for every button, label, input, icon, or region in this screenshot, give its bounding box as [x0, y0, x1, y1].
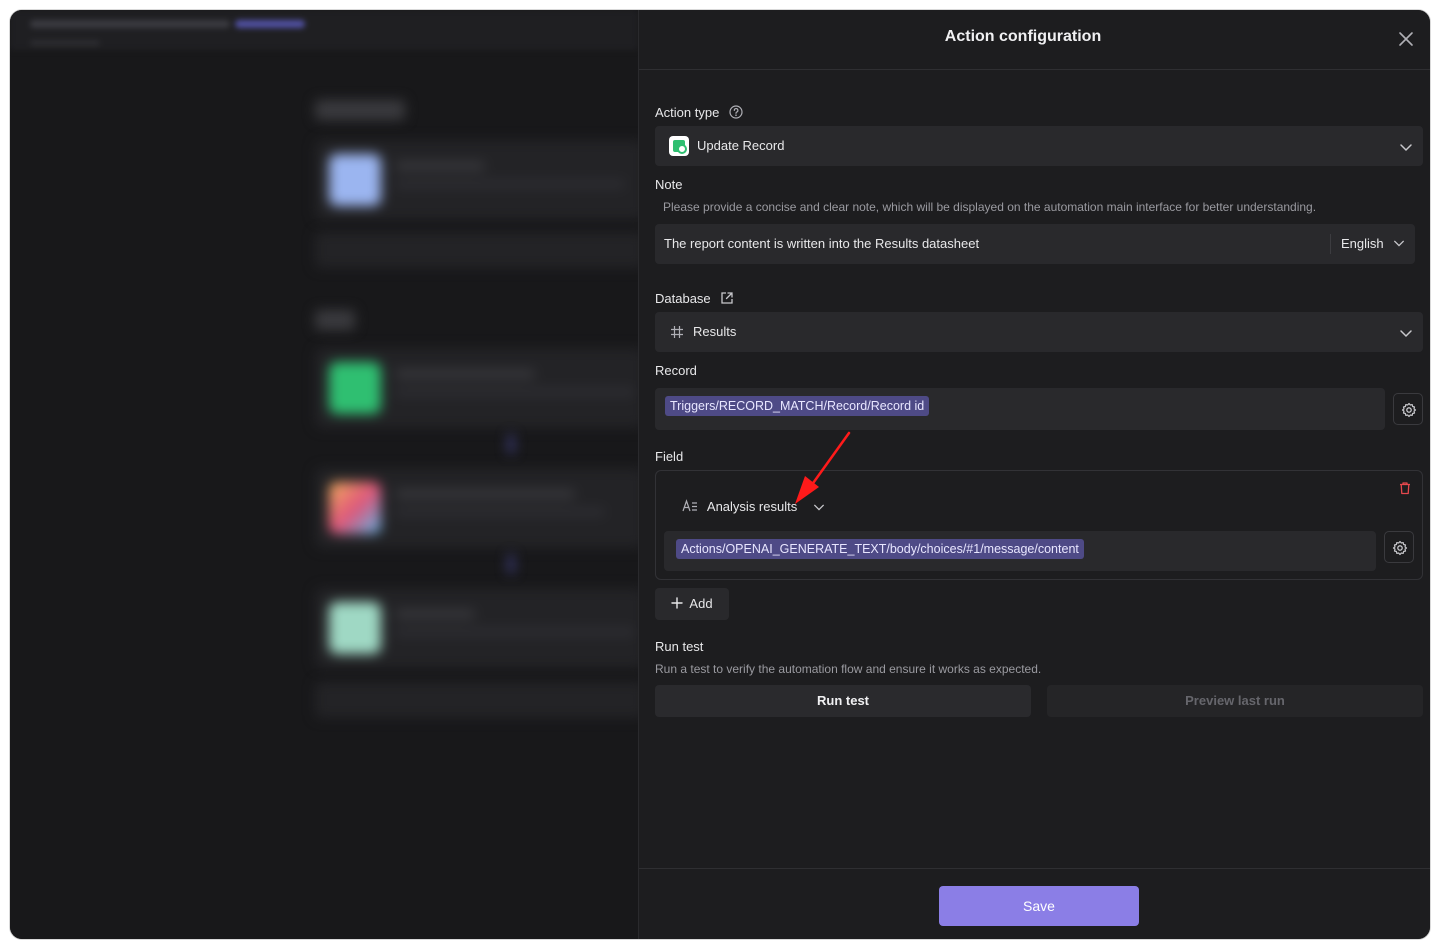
blurred-card: [315, 348, 638, 428]
blurred-button: [315, 232, 638, 268]
record-variable-chip[interactable]: Triggers/RECORD_MATCH/Record/Record id: [665, 396, 930, 416]
action-type-label-text: Action type: [655, 105, 720, 120]
delete-icon[interactable]: [1398, 481, 1412, 500]
note-input[interactable]: The report content is written into the R…: [655, 224, 1415, 264]
blurred-card: [315, 140, 638, 220]
blurred-card: [315, 588, 638, 668]
save-button[interactable]: Save: [939, 886, 1139, 926]
record-input[interactable]: Triggers/RECORD_MATCH/Record/Record id: [655, 388, 1385, 430]
field-settings-button[interactable]: [1384, 531, 1414, 563]
action-configuration-panel: Action configuration Action type Update …: [638, 10, 1430, 939]
record-label: Record: [655, 363, 697, 378]
chevron-down-icon: [1400, 330, 1412, 338]
close-icon[interactable]: [1395, 28, 1417, 50]
blurred-topbar: [10, 10, 638, 50]
panel-footer: Save: [639, 868, 1430, 939]
field-mapping-card: Analysis results Actions/OPENAI_GENERATE…: [655, 470, 1423, 580]
field-label: Field: [655, 449, 684, 464]
app-window: Action configuration Action type Update …: [10, 10, 1430, 939]
database-value: Results: [693, 324, 737, 339]
panel-title: Action configuration: [944, 28, 1102, 45]
blurred-heading: [315, 100, 405, 120]
preview-last-run-button[interactable]: Preview last run: [1047, 685, 1423, 717]
external-link-icon[interactable]: [720, 291, 734, 305]
note-description: Please provide a concise and clear note,…: [663, 200, 1317, 214]
action-type-value: Update Record: [697, 138, 785, 153]
add-field-button[interactable]: Add: [655, 588, 729, 620]
chevron-down-icon: [1400, 144, 1412, 152]
database-label: Database: [655, 291, 734, 306]
run-test-description: Run a test to verify the automation flow…: [655, 662, 1042, 676]
run-test-label: Run test: [655, 639, 704, 654]
chevron-down-icon: [1394, 240, 1405, 247]
note-label: Note: [655, 177, 683, 192]
blurred-card: [315, 468, 638, 548]
language-select[interactable]: English: [1341, 236, 1405, 251]
add-label: Add: [689, 596, 713, 611]
field-variable-chip[interactable]: Actions/OPENAI_GENERATE_TEXT/body/choice…: [676, 539, 1084, 559]
blurred-button: [315, 682, 638, 718]
field-name: Analysis results: [706, 499, 798, 514]
record-settings-button[interactable]: [1393, 393, 1423, 425]
blurred-background: [10, 10, 638, 939]
language-value: English: [1341, 236, 1384, 251]
settings-icon: [1392, 540, 1408, 556]
datasheet-icon: [671, 326, 683, 338]
blurred-connector: [508, 554, 514, 574]
field-select[interactable]: Analysis results: [682, 499, 825, 514]
run-test-button[interactable]: Run test: [655, 685, 1031, 717]
settings-icon: [1401, 402, 1417, 418]
divider: [1330, 234, 1331, 254]
action-type-label: Action type: [655, 105, 743, 120]
blurred-heading: [315, 310, 355, 330]
action-type-select[interactable]: Update Record: [655, 126, 1423, 166]
field-value-input[interactable]: Actions/OPENAI_GENERATE_TEXT/body/choice…: [664, 531, 1376, 571]
update-record-app-icon: [669, 136, 689, 156]
blurred-connector: [508, 434, 514, 454]
database-select[interactable]: Results: [655, 312, 1423, 352]
help-icon[interactable]: [729, 105, 743, 119]
text-field-icon: [682, 499, 697, 512]
note-value: The report content is written into the R…: [664, 236, 980, 251]
database-label-text: Database: [655, 291, 711, 306]
plus-icon: [671, 597, 684, 609]
chevron-down-icon: [813, 504, 824, 511]
panel-header: Action configuration: [639, 10, 1430, 70]
